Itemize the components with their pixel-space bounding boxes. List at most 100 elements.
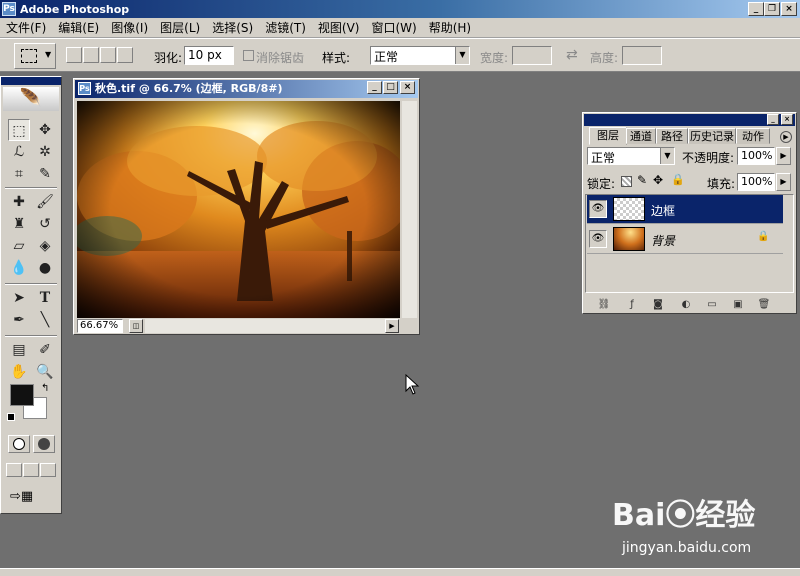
- menu-select[interactable]: 选择(S): [206, 19, 259, 36]
- type-tool-icon[interactable]: T: [34, 287, 56, 309]
- layer-row-background[interactable]: 👁 背景 🔒: [587, 225, 783, 254]
- palette-minimize-button[interactable]: _: [767, 114, 779, 125]
- healing-brush-icon[interactable]: ✚: [8, 191, 30, 213]
- opacity-input[interactable]: 100%: [737, 147, 775, 165]
- photoshop-logo-icon: Ps: [2, 2, 16, 16]
- move-tool-icon[interactable]: ✥: [34, 119, 56, 141]
- lock-transparency-icon[interactable]: [621, 176, 632, 187]
- menu-window[interactable]: 窗口(W): [365, 19, 422, 36]
- notes-tool-icon[interactable]: ▤: [8, 339, 30, 361]
- eraser-tool-icon[interactable]: ▱: [8, 235, 30, 257]
- lock-paint-icon[interactable]: ✎: [637, 173, 647, 187]
- brush-tool-icon[interactable]: 🖌: [34, 191, 56, 213]
- blend-mode-select[interactable]: 正常 ▼: [587, 147, 675, 165]
- pen-tool-icon[interactable]: ✒: [8, 309, 30, 331]
- new-selection-icon[interactable]: [66, 47, 82, 63]
- restore-button[interactable]: ❐: [764, 2, 780, 16]
- swap-colors-icon[interactable]: ↰: [41, 383, 49, 394]
- subtract-selection-icon[interactable]: [100, 47, 116, 63]
- standard-screen-icon[interactable]: [6, 463, 22, 477]
- scroll-right-icon[interactable]: ▶: [385, 319, 399, 333]
- blur-tool-icon[interactable]: 💧: [8, 257, 30, 279]
- tab-channels[interactable]: 通道: [626, 128, 656, 144]
- zoom-level-field[interactable]: 66.67%: [77, 319, 123, 333]
- visibility-eye-icon[interactable]: 👁: [589, 230, 607, 248]
- trash-icon[interactable]: 🗑: [757, 299, 771, 311]
- foreground-color-swatch[interactable]: [10, 384, 34, 406]
- status-menu-icon[interactable]: ◫: [129, 319, 143, 333]
- doc-minimize-button[interactable]: _: [367, 81, 382, 94]
- adjustment-layer-icon[interactable]: ◐: [679, 299, 693, 311]
- horizontal-scrollbar[interactable]: [145, 319, 385, 333]
- dodge-tool-icon[interactable]: ●: [34, 257, 56, 279]
- new-group-icon[interactable]: ▭: [705, 299, 719, 311]
- menu-filter[interactable]: 滤镜(T): [259, 19, 312, 36]
- fill-slider-icon[interactable]: ▶: [776, 173, 791, 191]
- doc-maximize-button[interactable]: □: [383, 81, 398, 94]
- tab-actions[interactable]: 动作: [736, 128, 770, 144]
- path-selection-icon[interactable]: ➤: [8, 287, 30, 309]
- new-layer-icon[interactable]: ▣: [731, 299, 745, 311]
- fill-input[interactable]: 100%: [737, 173, 775, 191]
- line-tool-icon[interactable]: ╲: [34, 309, 56, 331]
- menu-file[interactable]: 文件(F): [0, 19, 52, 36]
- standard-mode-icon[interactable]: [8, 435, 30, 453]
- magic-wand-icon[interactable]: ✲: [34, 141, 56, 163]
- close-button[interactable]: ×: [781, 2, 797, 16]
- clone-stamp-icon[interactable]: ♜: [8, 213, 30, 235]
- lasso-tool-icon[interactable]: ℒ: [8, 141, 30, 163]
- toolbox-divider: [5, 335, 57, 337]
- layer-row-border[interactable]: 👁 边框: [587, 195, 783, 224]
- antialias-checkbox[interactable]: [243, 50, 254, 61]
- full-screen-icon[interactable]: [40, 463, 56, 477]
- menu-layer[interactable]: 图层(L): [154, 19, 206, 36]
- feather-input[interactable]: 10 px: [184, 46, 234, 65]
- blend-mode-value: 正常: [591, 151, 616, 165]
- menu-image[interactable]: 图像(I): [105, 19, 154, 36]
- width-input[interactable]: [512, 46, 552, 65]
- full-screen-menu-icon[interactable]: [23, 463, 39, 477]
- palette-menu-icon[interactable]: ▶: [780, 131, 792, 143]
- doc-close-button[interactable]: ×: [400, 81, 415, 94]
- layer-lock-icon: 🔒: [757, 231, 770, 242]
- menu-help[interactable]: 帮助(H): [423, 19, 477, 36]
- minimize-button[interactable]: _: [748, 2, 764, 16]
- intersect-selection-icon[interactable]: [117, 47, 133, 63]
- visibility-eye-icon[interactable]: 👁: [589, 200, 607, 218]
- marquee-tool-icon[interactable]: ⬚: [8, 119, 30, 141]
- lock-label: 锁定:: [587, 177, 616, 191]
- link-layers-icon[interactable]: ⛓: [597, 299, 611, 311]
- crop-tool-icon[interactable]: ⌗: [8, 163, 30, 185]
- lock-move-icon[interactable]: ✥: [653, 173, 663, 187]
- menu-edit[interactable]: 编辑(E): [52, 19, 105, 36]
- eyedropper-icon[interactable]: ✐: [34, 339, 56, 361]
- height-input[interactable]: [622, 46, 662, 65]
- chevron-down-icon: ▼: [45, 50, 52, 59]
- tool-preset-picker[interactable]: ▼: [14, 43, 56, 69]
- document-icon: Ps: [78, 82, 91, 95]
- layer-mask-icon[interactable]: ◙: [651, 299, 665, 311]
- layer-thumbnail: [613, 227, 645, 251]
- paint-bucket-icon[interactable]: ◈: [34, 235, 56, 257]
- tab-paths[interactable]: 路径: [656, 128, 688, 144]
- history-brush-icon[interactable]: ↺: [34, 213, 56, 235]
- swap-icon[interactable]: ⇄: [566, 47, 578, 63]
- menu-view[interactable]: 视图(V): [312, 19, 366, 36]
- palette-close-button[interactable]: ×: [781, 114, 793, 125]
- tab-history[interactable]: 历史记录: [688, 128, 736, 144]
- jump-to-imageready-icon[interactable]: ⇨▦: [10, 489, 50, 507]
- style-select[interactable]: 正常 ▼: [370, 46, 470, 65]
- slice-tool-icon[interactable]: ✎: [34, 163, 56, 185]
- hand-tool-icon[interactable]: ✋: [8, 361, 30, 383]
- tab-layers[interactable]: 图层: [589, 127, 627, 145]
- layer-name: 背景: [651, 234, 676, 248]
- quick-mask-icon[interactable]: [33, 435, 55, 453]
- default-colors-icon[interactable]: [7, 413, 15, 421]
- lock-all-icon[interactable]: 🔒: [671, 173, 685, 186]
- layer-style-icon[interactable]: ƒ: [625, 299, 639, 311]
- opacity-slider-icon[interactable]: ▶: [776, 147, 791, 165]
- add-selection-icon[interactable]: [83, 47, 99, 63]
- vertical-scrollbar[interactable]: [402, 101, 417, 318]
- image-canvas[interactable]: [72, 101, 412, 318]
- zoom-tool-icon[interactable]: 🔍: [34, 361, 56, 383]
